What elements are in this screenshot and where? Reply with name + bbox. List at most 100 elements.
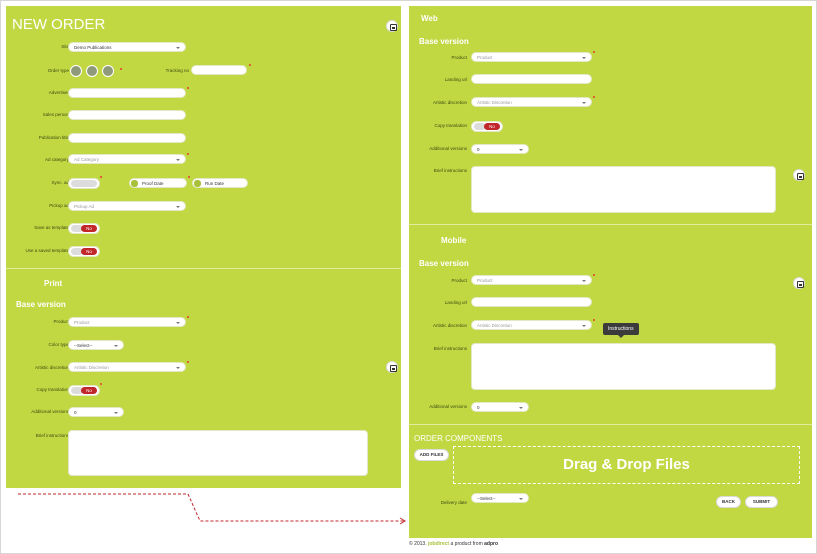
required-mark <box>593 96 595 98</box>
site-select[interactable]: Demo Publications <box>68 42 186 52</box>
web-brief-label: Brief instructions <box>433 168 467 173</box>
salesperson-label: Sales person <box>42 112 69 117</box>
mobile-artistic-label: Artistic discretion <box>432 323 467 328</box>
proof-date-input[interactable]: Proof Date <box>129 178 187 188</box>
sync-label: Sync. ad <box>51 180 69 185</box>
print-brief-textarea[interactable] <box>68 430 368 476</box>
save-icon[interactable] <box>386 361 398 373</box>
adcategory-label: Ad category <box>44 157 69 162</box>
print-brief-label: Brief instructions <box>35 433 69 438</box>
save-icon[interactable] <box>793 277 805 289</box>
required-mark <box>593 51 595 53</box>
tagline-text: a product from <box>450 541 483 547</box>
mobile-product-label: Product <box>451 278 467 283</box>
web-copytrans-toggle[interactable]: No <box>471 121 503 132</box>
web-landing-input[interactable] <box>471 74 592 84</box>
mobile-base-version: Base version <box>419 259 469 268</box>
required-mark <box>120 68 122 70</box>
print-artistic-select[interactable]: Artistic Discretion <box>68 362 186 372</box>
required-mark <box>187 316 189 318</box>
mobile-landing-label: Landing url <box>444 300 467 305</box>
add-files-button[interactable]: ADD FILES <box>414 449 449 461</box>
mobile-brief-textarea[interactable] <box>471 343 776 390</box>
colortype-select[interactable]: --Select-- <box>68 340 124 350</box>
file-dropzone[interactable]: Drag & Drop Files <box>453 446 800 484</box>
web-landing-label: Landing url <box>444 77 467 82</box>
save-icon[interactable] <box>793 169 805 181</box>
required-mark <box>187 87 189 89</box>
usetemplate-label: Use a saved template <box>25 248 69 253</box>
web-artistic-select[interactable]: Artistic Discretion <box>471 97 592 107</box>
web-copytrans-label: Copy translation <box>434 123 467 128</box>
web-brief-textarea[interactable] <box>471 166 776 213</box>
order-panel-right: Web Base version Product Product Landing… <box>409 6 812 538</box>
copyright-text: © 2013. <box>409 541 427 547</box>
mobile-artistic-select[interactable]: Artistic Discretion <box>471 320 592 330</box>
footer: © 2013. jobdirect a product from adpro <box>409 541 498 547</box>
web-product-select[interactable]: Product <box>471 52 592 62</box>
print-product-label: Product <box>53 319 69 324</box>
tracking-input[interactable] <box>191 65 247 75</box>
proof-date-label: Proof Date <box>142 181 164 186</box>
tracking-label: Tracking no <box>165 68 189 73</box>
required-mark <box>249 64 251 66</box>
pubtitle-label: Publication title <box>38 135 69 140</box>
web-base-version: Base version <box>419 37 469 46</box>
advertiser-input[interactable] <box>68 88 186 98</box>
mobile-addver-select[interactable]: 0 <box>471 402 529 412</box>
divider <box>409 424 812 425</box>
required-mark <box>593 274 595 276</box>
required-mark <box>100 383 102 385</box>
back-button[interactable]: BACK <box>716 496 741 508</box>
web-addver-select[interactable]: 0 <box>471 144 529 154</box>
print-type-icon[interactable] <box>70 65 82 77</box>
run-date-label: Run Date <box>205 181 225 186</box>
calendar-icon <box>194 180 201 187</box>
order-panel-left: NEW ORDER Site Demo Publications Order t… <box>6 6 401 488</box>
instructions-tooltip: Instructions <box>603 323 639 338</box>
mobile-type-icon[interactable] <box>102 65 114 77</box>
required-mark <box>187 361 189 363</box>
ordertype-label: Order type <box>47 68 69 73</box>
components-heading: ORDER COMPONENTS <box>414 434 503 443</box>
mobile-brief-label: Brief instructions <box>433 346 467 351</box>
print-product-select[interactable]: Product <box>68 317 186 327</box>
delivery-select[interactable]: --Select-- <box>471 493 529 503</box>
dropzone-label: Drag & Drop Files <box>563 456 690 473</box>
savetemplate-toggle[interactable]: No <box>68 223 100 234</box>
mobile-product-select[interactable]: Product <box>471 275 592 285</box>
print-copytrans-label: Copy translation <box>36 387 69 392</box>
colortype-label: Color type <box>48 342 69 347</box>
print-artistic-label: Artistic discretion <box>34 365 69 370</box>
print-addver-label: Additional versions <box>31 409 69 414</box>
submit-button[interactable]: SUBMIT <box>745 496 778 508</box>
advertiser-label: Advertiser <box>48 90 69 95</box>
web-addver-label: Additional versions <box>429 146 467 151</box>
divider <box>6 268 401 269</box>
run-date-input[interactable]: Run Date <box>192 178 248 188</box>
pubtitle-input[interactable] <box>68 133 186 143</box>
required-mark <box>187 153 189 155</box>
print-heading: Print <box>44 279 63 288</box>
required-mark <box>593 319 595 321</box>
calendar-icon <box>131 180 138 187</box>
print-copytrans-toggle[interactable]: No <box>68 385 100 396</box>
salesperson-input[interactable] <box>68 110 186 120</box>
mobile-heading: Mobile <box>441 236 467 245</box>
save-icon[interactable] <box>386 20 398 32</box>
delivery-label: Delivery date <box>440 500 467 505</box>
print-addver-select[interactable]: 0 <box>68 407 124 417</box>
desktop-type-icon[interactable] <box>86 65 98 77</box>
web-heading: Web <box>421 14 438 23</box>
print-base-version: Base version <box>16 300 66 309</box>
usetemplate-toggle[interactable]: No <box>68 246 100 257</box>
sync-toggle[interactable] <box>68 178 100 189</box>
web-product-label: Product <box>451 55 467 60</box>
pickup-select[interactable]: Pickup Ad <box>68 201 186 211</box>
savetemplate-label: Save as template <box>34 225 69 230</box>
adcategory-select[interactable]: Ad Category <box>68 154 186 164</box>
mobile-landing-input[interactable] <box>471 297 592 307</box>
divider <box>409 224 812 225</box>
required-mark <box>188 176 190 178</box>
pickup-label: Pickup ad <box>49 203 69 208</box>
